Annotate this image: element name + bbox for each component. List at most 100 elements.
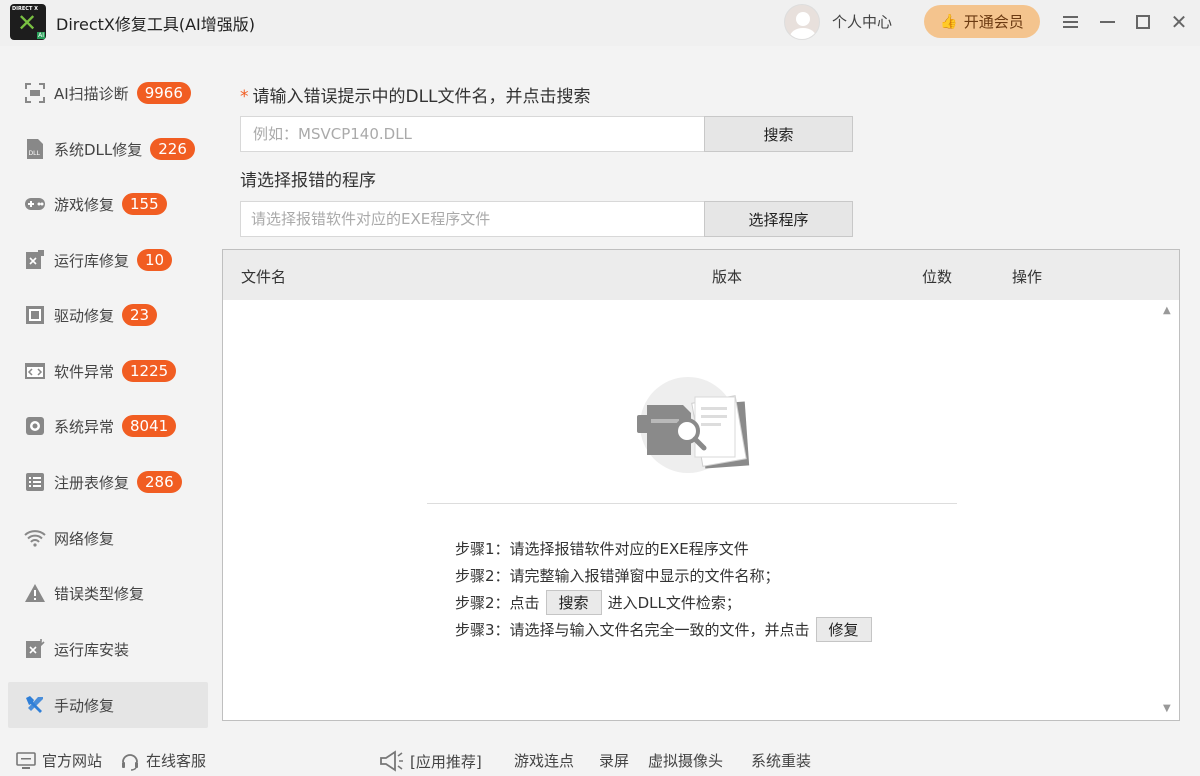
count-badge: 155 — [122, 193, 167, 215]
sidebar-item-label: 系统异常 — [54, 417, 115, 436]
maximize-icon — [1136, 15, 1150, 29]
online-support-link[interactable]: 在线客服 — [120, 750, 206, 771]
column-header-action: 操作 — [1012, 268, 1043, 286]
sidebar-item-manual-repair[interactable]: 手动修复 — [8, 682, 208, 728]
driver-chip-icon — [24, 304, 46, 326]
footer-link-auto-clicker[interactable]: 游戏连点 — [514, 750, 574, 771]
runtime-install-icon — [24, 638, 46, 660]
online-support-label: 在线客服 — [146, 752, 207, 770]
sidebar-item-label: 运行库修复 — [54, 251, 130, 270]
count-badge: 1225 — [122, 360, 177, 382]
scan-icon — [24, 82, 46, 104]
menu-button[interactable] — [1058, 10, 1082, 34]
code-window-icon — [24, 360, 46, 382]
logo-badge: AI — [37, 32, 45, 39]
sidebar-item-runtime-repair[interactable]: 运行库修复 10 — [8, 237, 208, 283]
sidebar-item-label: 网络修复 — [54, 529, 115, 548]
sidebar-item-label: 游戏修复 — [54, 195, 115, 214]
step-search-button[interactable]: 搜索 — [545, 590, 602, 615]
choose-program-button[interactable]: 选择程序 — [704, 201, 853, 237]
sidebar-item-game-repair[interactable]: 游戏修复 155 — [8, 181, 208, 227]
dll-file-icon: DLL — [24, 138, 46, 160]
sidebar: AI扫描诊断 9966 DLL 系统DLL修复 226 游戏修复 155 运行库… — [0, 46, 216, 736]
close-button[interactable]: ✕ — [1167, 10, 1191, 34]
list-icon — [24, 471, 46, 493]
gamepad-icon — [24, 193, 46, 215]
directx-logo-icon: DIRECT X ✕ AI — [10, 4, 46, 40]
count-badge: 226 — [150, 138, 195, 160]
footer-link-screen-record[interactable]: 录屏 — [599, 750, 629, 771]
count-badge: 9966 — [136, 82, 191, 104]
instruction-steps: 步骤1：请选择报错软件对应的EXE程序文件 步骤2：请完整输入报错弹窗中显示的文… — [455, 535, 955, 643]
step-repair-button[interactable]: 修复 — [815, 617, 872, 642]
title-bar: DIRECT X ✕ AI DirectX修复工具(AI增强版) 个人中心 👍 … — [0, 0, 1200, 46]
sidebar-item-label: 注册表修复 — [54, 473, 130, 492]
sidebar-item-registry-repair[interactable]: 注册表修复 286 — [8, 459, 208, 505]
sidebar-item-label: 系统DLL修复 — [54, 140, 143, 159]
maximize-button[interactable] — [1131, 10, 1155, 34]
sidebar-item-ai-scan[interactable]: AI扫描诊断 9966 — [8, 70, 208, 116]
footer-link-system-reinstall[interactable]: 系统重装 — [751, 750, 811, 771]
count-badge: 286 — [137, 471, 182, 493]
sidebar-item-label: 运行库安装 — [54, 640, 130, 659]
scroll-up-arrow-icon[interactable]: ▲ — [1163, 306, 1173, 316]
step-3-prefix: 步骤2：点击 — [455, 594, 540, 612]
step-3: 步骤2：点击 搜索 进入DLL文件检索； — [455, 589, 955, 616]
step-2: 步骤2：请完整输入报错弹窗中显示的文件名称； — [455, 567, 780, 585]
sidebar-item-label: AI扫描诊断 — [54, 84, 129, 103]
sidebar-item-software-error[interactable]: 软件异常 1225 — [8, 348, 208, 394]
vip-button-label: 开通会员 — [963, 13, 1024, 31]
count-badge: 23 — [122, 304, 158, 326]
megaphone-icon — [380, 750, 403, 772]
step-3-suffix: 进入DLL文件检索； — [607, 594, 741, 612]
sidebar-item-network-repair[interactable]: 网络修复 — [8, 515, 208, 561]
column-header-filename: 文件名 — [241, 268, 287, 286]
wifi-icon — [24, 527, 46, 549]
sidebar-item-system-error[interactable]: 系统异常 8041 — [8, 403, 208, 449]
sidebar-item-error-type-repair[interactable]: 错误类型修复 — [8, 570, 208, 616]
app-recommend: [应用推荐] — [378, 750, 482, 772]
program-path-input[interactable] — [240, 201, 705, 237]
count-badge: 8041 — [122, 415, 177, 437]
step-4: 步骤3：请选择与输入文件名完全一致的文件，并点击 修复 — [455, 616, 955, 643]
sidebar-item-runtime-install[interactable]: 运行库安装 — [8, 626, 208, 672]
scroll-down-arrow-icon[interactable]: ▼ — [1163, 704, 1173, 714]
sidebar-item-label: 软件异常 — [54, 362, 115, 381]
visual-studio-icon — [24, 249, 46, 271]
dll-label-text: 请输入错误提示中的DLL文件名，并点击搜索 — [252, 87, 591, 107]
sidebar-item-label: 手动修复 — [54, 696, 115, 715]
avatar[interactable] — [784, 4, 820, 40]
dll-name-input[interactable] — [240, 116, 705, 152]
column-header-bits: 位数 — [922, 268, 953, 286]
footer-bar: 官方网站 在线客服 [应用推荐] 游戏连点 录屏 虚拟摄像头 系统重装 — [0, 744, 1200, 776]
dll-input-label: * 请输入错误提示中的DLL文件名，并点击搜索 — [240, 82, 591, 107]
sidebar-item-label: 驱动修复 — [54, 306, 115, 325]
thumbs-up-icon: 👍 — [940, 13, 958, 30]
personal-center-link[interactable]: 个人中心 — [832, 11, 892, 32]
dll-results-table: 文件名 版本 位数 操作 ▲ ▼ 步骤1：请选择报错软件对应的EXE程序文件 步… — [222, 249, 1180, 721]
official-website-label: 官方网站 — [42, 752, 103, 770]
official-website-link[interactable]: 官方网站 — [16, 750, 102, 771]
count-badge: 10 — [137, 249, 173, 271]
minimize-icon — [1099, 21, 1115, 23]
hamburger-icon — [1062, 13, 1078, 31]
vip-button[interactable]: 👍 开通会员 — [924, 5, 1040, 38]
manual-repair-panel: *请输入错误提示中的DLL文件名，并点击搜索 搜索 请选择报错的程序 选择程序 … — [222, 46, 1200, 736]
sidebar-item-driver-repair[interactable]: 驱动修复 23 — [8, 292, 208, 338]
sidebar-item-dll-repair[interactable]: DLL 系统DLL修复 226 — [8, 126, 208, 172]
divider — [427, 503, 957, 504]
table-header: 文件名 版本 位数 操作 — [223, 250, 1179, 300]
step-1: 步骤1：请选择报错软件对应的EXE程序文件 — [455, 540, 749, 558]
required-marker: * — [240, 87, 249, 107]
app-title: DirectX修复工具(AI增强版) — [56, 15, 256, 34]
search-button[interactable]: 搜索 — [704, 116, 853, 152]
monitor-icon — [16, 751, 36, 769]
minimize-button[interactable] — [1095, 10, 1119, 34]
svg-text:DLL: DLL — [29, 150, 41, 157]
footer-link-virtual-camera[interactable]: 虚拟摄像头 — [648, 750, 723, 771]
app-recommend-label: [应用推荐] — [410, 752, 482, 771]
column-header-version: 版本 — [712, 268, 743, 286]
headset-icon — [122, 753, 138, 771]
empty-search-illustration-icon — [633, 375, 753, 485]
sidebar-item-label: 错误类型修复 — [54, 584, 145, 603]
